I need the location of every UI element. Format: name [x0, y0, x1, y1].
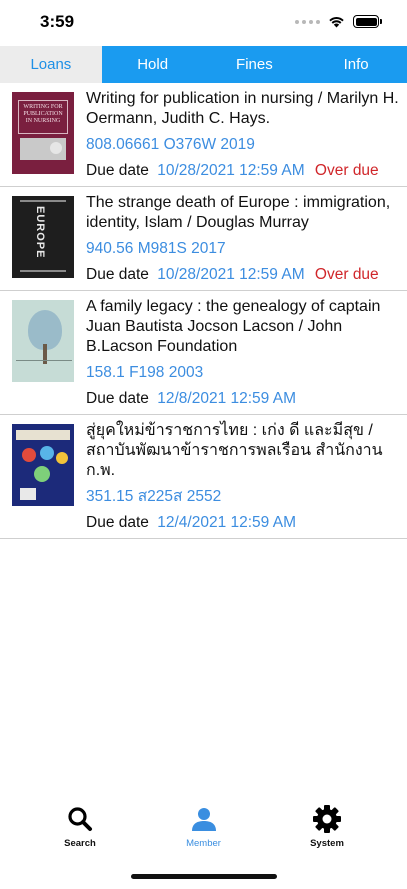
due-line: Due date 12/4/2021 12:59 AM: [86, 513, 399, 533]
loan-info: สู่ยุคใหม่ข้าราชการไทย : เก่ง ดี และมีสุ…: [86, 421, 399, 533]
battery-icon: [353, 15, 382, 28]
due-date: 12/8/2021 12:59 AM: [157, 390, 296, 407]
tab-hold[interactable]: Hold: [102, 46, 204, 83]
due-line: Due date 10/28/2021 12:59 AM Over due: [86, 265, 399, 285]
loan-info: The strange death of Europe : immigratio…: [86, 193, 399, 285]
due-label: Due date: [86, 266, 149, 283]
overdue-status: Over due: [314, 162, 379, 179]
bottom-nav: Search Member System: [0, 804, 407, 864]
status-time: 3:59: [40, 12, 75, 31]
tab-bar: Loans Hold Fines Info: [0, 46, 407, 83]
loan-info: Writing for publication in nursing / Mar…: [86, 89, 399, 181]
nav-search[interactable]: Search: [50, 804, 110, 864]
book-cover: [12, 300, 74, 382]
cover-title-text: EUROPE: [34, 206, 46, 259]
call-number: 351.15 ส225ส 2552: [86, 488, 222, 505]
loans-list: WRITING FOR PUBLICATION IN NURSING Writi…: [0, 83, 407, 539]
call-number: 940.56 M981S 2017: [86, 240, 226, 257]
loan-title: A family legacy : the genealogy of capta…: [86, 298, 381, 355]
nav-search-label: Search: [64, 838, 96, 849]
signal-icon: [295, 19, 320, 24]
due-label: Due date: [86, 514, 149, 531]
book-cover: [12, 424, 74, 506]
due-line: Due date 12/8/2021 12:59 AM: [86, 389, 399, 409]
loan-title: The strange death of Europe : immigratio…: [86, 194, 391, 231]
due-date: 10/28/2021 12:59 AM: [157, 162, 305, 179]
nav-member-label: Member: [186, 838, 221, 849]
due-date: 10/28/2021 12:59 AM: [157, 266, 305, 283]
loan-title: Writing for publication in nursing / Mar…: [86, 90, 399, 127]
tab-loans[interactable]: Loans: [0, 46, 102, 83]
cover-title-text: WRITING FOR PUBLICATION IN NURSING: [23, 104, 63, 124]
nav-system[interactable]: System: [297, 804, 357, 864]
loan-row[interactable]: สู่ยุคใหม่ข้าราชการไทย : เก่ง ดี และมีสุ…: [0, 415, 407, 539]
book-cover: WRITING FOR PUBLICATION IN NURSING: [12, 92, 74, 174]
call-number: 808.06661 O376W 2019: [86, 136, 255, 153]
loan-row[interactable]: WRITING FOR PUBLICATION IN NURSING Writi…: [0, 83, 407, 187]
due-line: Due date 10/28/2021 12:59 AM Over due: [86, 161, 399, 181]
person-icon: [189, 804, 219, 834]
due-label: Due date: [86, 390, 149, 407]
call-number: 158.1 F198 2003: [86, 364, 204, 381]
loan-row[interactable]: A family legacy : the genealogy of capta…: [0, 291, 407, 415]
due-label: Due date: [86, 162, 149, 179]
nav-system-label: System: [310, 838, 344, 849]
due-date: 12/4/2021 12:59 AM: [157, 514, 296, 531]
status-bar: 3:59: [0, 0, 407, 46]
nav-member[interactable]: Member: [174, 804, 234, 864]
status-icons: [295, 15, 382, 28]
tab-fines[interactable]: Fines: [204, 46, 306, 83]
loan-info: A family legacy : the genealogy of capta…: [86, 297, 399, 409]
loan-row[interactable]: EUROPE The strange death of Europe : imm…: [0, 187, 407, 291]
home-indicator[interactable]: [131, 874, 277, 879]
gear-icon: [312, 804, 342, 834]
tab-info[interactable]: Info: [305, 46, 407, 83]
overdue-status: Over due: [314, 266, 379, 283]
wifi-icon: [329, 17, 344, 28]
loan-title: สู่ยุคใหม่ข้าราชการไทย : เก่ง ดี และมีสุ…: [86, 422, 383, 479]
book-cover: EUROPE: [12, 196, 74, 278]
search-icon: [65, 804, 95, 834]
